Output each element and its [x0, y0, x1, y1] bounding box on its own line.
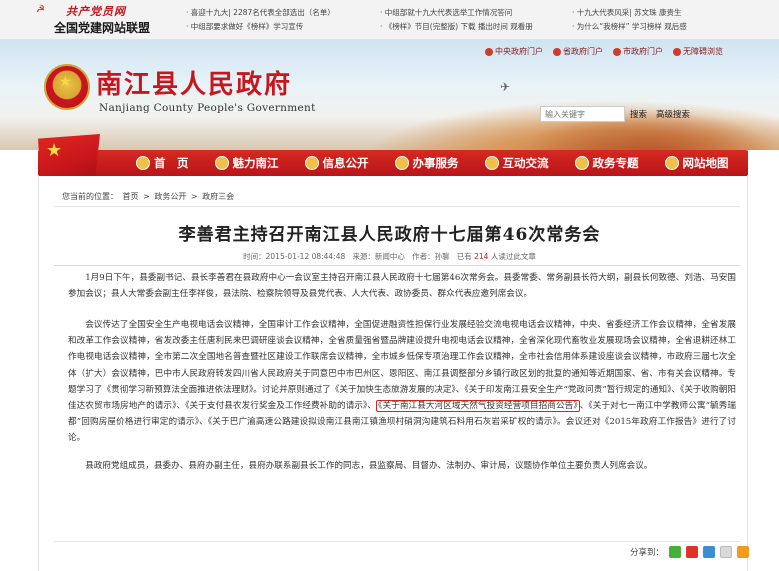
top-news-link[interactable]: · 为什么“我榜样” 学习榜样 观后感	[572, 20, 687, 34]
flag-icon: ★	[38, 134, 100, 180]
advanced-search-link[interactable]: 高级搜索	[656, 106, 690, 122]
article-paragraph: 县政府党组成员，县委办、县府办副主任，县府办联系副县长工作的同志，县监察局、目督…	[85, 461, 653, 471]
topic-icon	[574, 156, 589, 170]
breadcrumb: 您当前的位置： 首页 > 政务公开 > 政府三会	[62, 191, 236, 202]
search-input[interactable]	[540, 106, 625, 122]
meta-source: 来源：新闻中心	[352, 252, 405, 261]
party-network-logo[interactable]: ☭ 共产党员网 全国党建网站联盟	[32, 3, 162, 37]
party-emblem-icon: ☭	[36, 4, 45, 15]
top-bar: ☭ 共产党员网 全国党建网站联盟 · 喜迎十九大| 2287名代表全部选出（名单…	[0, 0, 779, 40]
nav-item-home[interactable]: 首 页	[136, 155, 189, 171]
breadcrumb-separator: >	[190, 192, 198, 201]
tencent-weibo-icon[interactable]	[720, 546, 733, 558]
nav-item-special-topics[interactable]: 政务专题	[574, 155, 639, 171]
party-alliance-label: 全国党建网站联盟	[54, 21, 151, 35]
divider	[54, 206, 740, 207]
wechat-icon[interactable]	[669, 546, 682, 558]
chat-icon	[484, 156, 499, 170]
service-icon	[394, 156, 409, 170]
nav-item-info-disclosure[interactable]: 信息公开	[304, 155, 369, 171]
main-nav: 首 页 魅力南江 信息公开 办事服务 互动交流 政务专题 网站地图	[38, 150, 748, 176]
meta-reads-suffix: 人读过此文章	[490, 252, 536, 261]
airplane-icon: ✈	[500, 80, 511, 94]
meta-reads-count: 214	[474, 252, 489, 261]
breadcrumb-separator: >	[143, 192, 150, 201]
provincial-gov-portal-link[interactable]: 省政府门户	[553, 46, 603, 57]
sitemap-icon	[664, 156, 679, 170]
more-share-icon[interactable]	[737, 546, 750, 558]
top-news-link[interactable]: · 中组部就十九大代表选举工作情况答问	[380, 6, 533, 20]
document-icon	[304, 156, 319, 170]
nav-item-charm-nanjiang[interactable]: 魅力南江	[214, 155, 279, 171]
gov-portal-links: 中央政府门户 省政府门户 市政府门户 无障碍浏览	[485, 46, 723, 57]
nav-item-services[interactable]: 办事服务	[394, 155, 459, 171]
weibo-icon[interactable]	[686, 546, 699, 558]
highlighted-announcement: 《关于南江县大河区域天然气投资经营项目招商公告》	[376, 400, 580, 413]
party-network-brand: 共产党员网	[66, 5, 126, 18]
scenery-icon	[214, 156, 229, 170]
home-icon	[136, 156, 150, 170]
divider	[54, 541, 740, 542]
meta-time: 时间：2015-01-12 08:44:48	[243, 252, 346, 261]
top-news-link[interactable]: · 中组部要求做好《榜样》学习宣传	[186, 20, 335, 34]
share-label: 分享到：	[630, 548, 665, 558]
search-button[interactable]: 搜索	[630, 106, 652, 122]
central-gov-portal-link[interactable]: 中央政府门户	[485, 46, 543, 57]
top-news-column-3: · 十九大代表风采| 苏文珠 康贵生 · 为什么“我榜样” 学习榜样 观后感	[572, 6, 687, 34]
nav-item-sitemap[interactable]: 网站地图	[664, 155, 729, 171]
breadcrumb-three-meetings[interactable]: 政府三会	[202, 192, 234, 201]
breadcrumb-home[interactable]: 首页	[123, 192, 139, 201]
top-news-link[interactable]: · 喜迎十九大| 2287名代表全部选出（名单）	[186, 6, 335, 20]
accessibility-icon	[673, 47, 681, 56]
nav-item-interaction[interactable]: 互动交流	[484, 155, 549, 171]
site-header: 中央政府门户 省政府门户 市政府门户 无障碍浏览 ★ 南江县人民政府 Nanji…	[0, 40, 779, 150]
top-news-column-2: · 中组部就十九大代表选举工作情况答问 · 《榜样》节目(完整版) 下载 播出时…	[380, 6, 533, 34]
divider	[54, 265, 740, 266]
qzone-icon[interactable]	[703, 546, 716, 558]
site-title[interactable]: 南江县人民政府	[96, 64, 292, 101]
breadcrumb-gov-affairs[interactable]: 政务公开	[154, 192, 186, 201]
article-meta: 时间：2015-01-12 08:44:48 来源：新闻中心 作者：孙聊 已有 …	[0, 251, 779, 262]
site-subtitle: Nanjiang County People's Government	[99, 102, 316, 114]
top-news-link[interactable]: · 十九大代表风采| 苏文珠 康贵生	[572, 6, 687, 20]
share-bar: 分享到：	[630, 546, 750, 558]
globe-icon	[613, 47, 621, 56]
meta-reads-prefix: 已有	[456, 252, 472, 261]
meta-author: 作者：孙聊	[412, 252, 450, 261]
globe-icon	[553, 47, 561, 56]
article-title: 李善君主持召开南江县人民政府十七届第46次常务会	[178, 225, 601, 245]
top-news-link[interactable]: · 《榜样》节目(完整版) 下载 播出时间 观看册	[380, 20, 533, 34]
paragraph-text: 会议传达了全国安全生产电视电话会议精神，全国审计工作会议精神，全国促进融资性担保…	[68, 320, 736, 412]
accessibility-link[interactable]: 无障碍浏览	[673, 46, 723, 57]
article-paragraph: 会议传达了全国安全生产电视电话会议精神，全国审计工作会议精神，全国促进融资性担保…	[68, 317, 736, 447]
globe-icon	[485, 47, 493, 56]
breadcrumb-prefix: 您当前的位置：	[62, 192, 118, 201]
top-news-column-1: · 喜迎十九大| 2287名代表全部选出（名单） · 中组部要求做好《榜样》学习…	[186, 6, 335, 34]
national-emblem-icon: ★	[44, 64, 90, 110]
article-paragraph: 1月9日下午，县委副书记、县长李善君在县政府中心一会议室主持召开南江县人民政府十…	[68, 273, 736, 300]
city-gov-portal-link[interactable]: 市政府门户	[613, 46, 663, 57]
